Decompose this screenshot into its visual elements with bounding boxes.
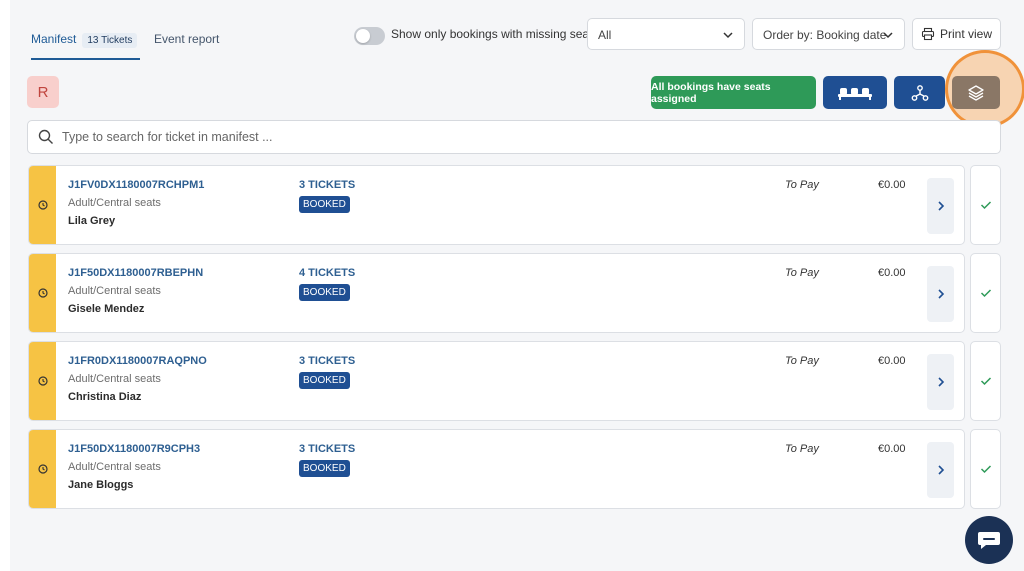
check-icon [980, 377, 991, 386]
missing-seats-toggle-label: Show only bookings with missing seats [391, 27, 599, 41]
chat-support-button[interactable] [965, 516, 1013, 564]
search-input[interactable] [62, 130, 962, 144]
pending-status-stripe [29, 342, 56, 420]
manifest-search [27, 120, 1001, 154]
booking-card[interactable]: J1FR0DX1180007RAQPNO Adult/Central seats… [28, 341, 965, 421]
chevron-right-icon [937, 201, 944, 211]
missing-seats-toggle[interactable] [354, 27, 385, 45]
chevron-down-icon [883, 32, 893, 39]
payment-amount: €0.00 [878, 443, 906, 455]
booking-card[interactable]: J1F50DX1180007RBEPHN Adult/Central seats… [28, 253, 965, 333]
customer-name: Jane Bloggs [68, 479, 134, 491]
clock-icon [37, 288, 48, 298]
manifest-page: Manifest 13 Tickets Event report Show onl… [10, 0, 1024, 571]
booking-status-badge: BOOKED [299, 284, 350, 301]
seat-map-button[interactable] [823, 76, 887, 109]
status-filter-select[interactable]: All [587, 18, 745, 50]
ticket-count: 3 TICKETS [299, 355, 356, 367]
seat-check-cell [970, 429, 1001, 509]
seats-icon [838, 87, 872, 100]
layers-icon [968, 84, 984, 101]
payment-amount: €0.00 [878, 179, 906, 191]
chat-icon [978, 532, 1000, 549]
search-icon [38, 129, 53, 144]
payment-amount: €0.00 [878, 355, 906, 367]
booking-reference[interactable]: J1FR0DX1180007RAQPNO [68, 355, 207, 367]
tab-manifest[interactable]: Manifest 13 Tickets [31, 18, 151, 60]
booking-card[interactable]: J1FV0DX1180007RCHPM1 Adult/Central seats… [28, 165, 965, 245]
pending-status-stripe [29, 430, 56, 508]
open-booking-button[interactable] [927, 178, 954, 234]
tab-manifest-label: Manifest [31, 32, 77, 46]
open-booking-button[interactable] [927, 266, 954, 322]
booking-reference[interactable]: J1F50DX1180007RBEPHN [68, 267, 203, 279]
tab-bar: Manifest 13 Tickets Event report [31, 18, 219, 60]
clock-icon [37, 200, 48, 210]
ticket-count: 3 TICKETS [299, 443, 356, 455]
ticket-type: Adult/Central seats [68, 373, 161, 385]
booking-reference[interactable]: J1FV0DX1180007RCHPM1 [68, 179, 204, 191]
customer-name: Christina Diaz [68, 391, 142, 403]
open-booking-button[interactable] [927, 354, 954, 410]
seat-check-cell [970, 253, 1001, 333]
tab-event-report[interactable]: Event report [154, 18, 234, 46]
chevron-right-icon [937, 465, 944, 475]
layers-button[interactable] [952, 76, 1000, 109]
payment-label: To Pay [785, 443, 819, 455]
payment-label: To Pay [785, 267, 819, 279]
ticket-count: 4 TICKETS [299, 267, 356, 279]
customer-name: Lila Grey [68, 215, 116, 227]
avatar[interactable]: R [27, 76, 59, 108]
pending-status-stripe [29, 254, 56, 332]
network-icon [911, 84, 928, 101]
clock-icon [37, 464, 48, 474]
check-icon [980, 201, 991, 210]
print-view-label: Print view [939, 27, 992, 41]
ticket-count-badge: 13 Tickets [82, 33, 138, 48]
printer-icon [921, 27, 935, 41]
seat-status-badge: All bookings have seats assigned [651, 76, 816, 109]
booking-reference[interactable]: J1F50DX1180007R9CPH3 [68, 443, 200, 455]
network-button[interactable] [894, 76, 945, 109]
ticket-type: Adult/Central seats [68, 461, 161, 473]
booking-status-badge: BOOKED [299, 460, 350, 477]
check-icon [980, 289, 991, 298]
booking-card[interactable]: J1F50DX1180007R9CPH3 Adult/Central seats… [28, 429, 965, 509]
payment-label: To Pay [785, 179, 819, 191]
booking-status-badge: BOOKED [299, 372, 350, 389]
seat-check-cell [970, 341, 1001, 421]
chevron-right-icon [937, 377, 944, 387]
ticket-count: 3 TICKETS [299, 179, 356, 191]
payment-amount: €0.00 [878, 267, 906, 279]
toggle-knob [356, 29, 370, 43]
seat-check-cell [970, 165, 1001, 245]
ticket-type: Adult/Central seats [68, 197, 161, 209]
print-view-button[interactable]: Print view [912, 18, 1001, 50]
pending-status-stripe [29, 166, 56, 244]
booking-status-badge: BOOKED [299, 196, 350, 213]
customer-name: Gisele Mendez [68, 303, 145, 315]
check-icon [980, 465, 991, 474]
ticket-type: Adult/Central seats [68, 285, 161, 297]
open-booking-button[interactable] [927, 442, 954, 498]
status-filter-value: All [598, 28, 612, 42]
clock-icon [37, 376, 48, 386]
payment-label: To Pay [785, 355, 819, 367]
chevron-down-icon [723, 32, 733, 39]
chevron-right-icon [937, 289, 944, 299]
order-by-select[interactable]: Order by: Booking date [752, 18, 905, 50]
order-by-value: Order by: Booking date [763, 28, 887, 42]
